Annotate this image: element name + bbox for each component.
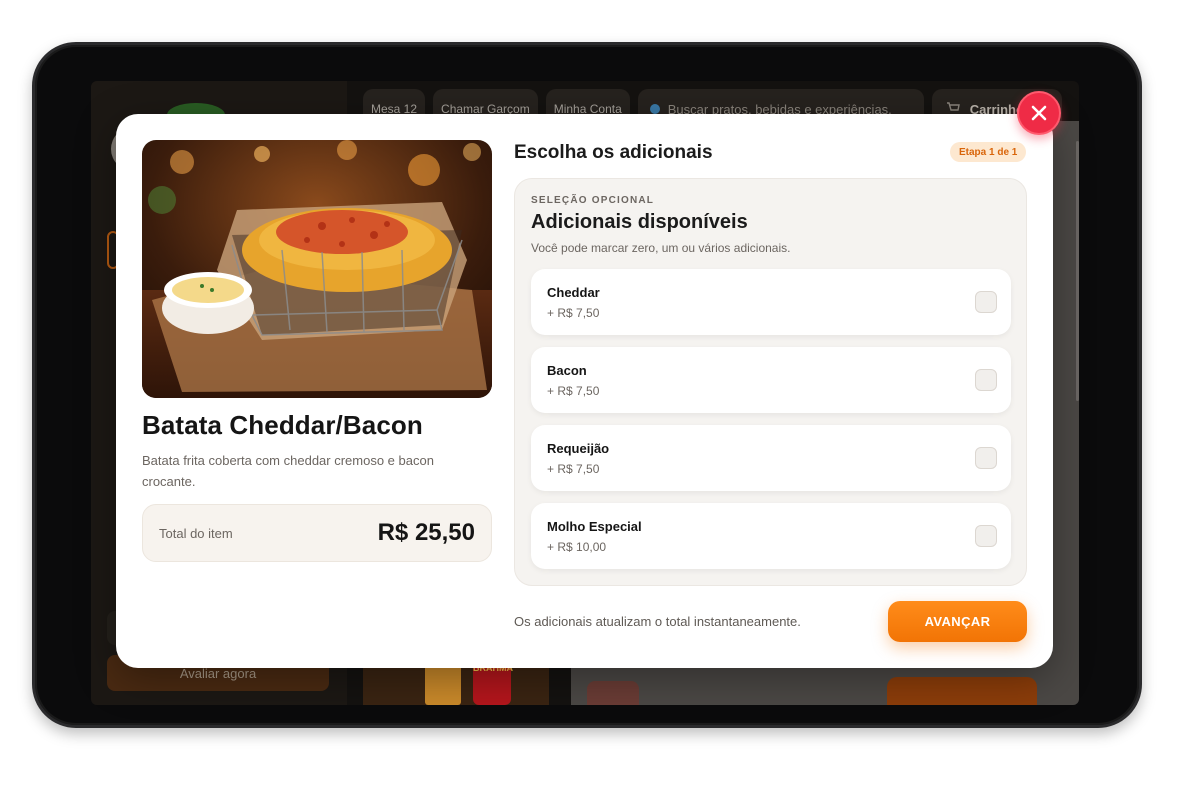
addon-price: + R$ 7,50 [547, 384, 600, 398]
addon-checkbox[interactable] [975, 447, 997, 469]
footer-note: Os adicionais atualizam o total instanta… [514, 614, 801, 629]
step-title: Escolha os adicionais [514, 142, 713, 163]
close-icon [1031, 105, 1047, 121]
addon-name: Cheddar [547, 285, 600, 300]
addon-checkbox[interactable] [975, 369, 997, 391]
options-kicker: SELEÇÃO OPCIONAL [531, 195, 655, 206]
close-button[interactable] [1017, 91, 1061, 135]
addon-option-bacon[interactable]: Bacon + R$ 7,50 [531, 347, 1011, 413]
addon-option-cheddar[interactable]: Cheddar + R$ 7,50 [531, 269, 1011, 335]
addon-checkbox[interactable] [975, 291, 997, 313]
addon-option-requeijao[interactable]: Requeijão + R$ 7,50 [531, 425, 1011, 491]
addons-modal: Batata Cheddar/Bacon Batata frita cobert… [116, 114, 1053, 668]
total-label: Total do item [159, 525, 233, 541]
options-heading: Adicionais disponíveis [531, 211, 748, 233]
addon-option-molho-especial[interactable]: Molho Especial + R$ 10,00 [531, 503, 1011, 569]
addon-price: + R$ 10,00 [547, 540, 607, 554]
addon-name: Molho Especial [547, 519, 642, 534]
step-badge: Etapa 1 de 1 [950, 142, 1027, 162]
advance-button[interactable]: AVANÇAR [888, 601, 1027, 642]
options-subtitle: Você pode marcar zero, um ou vários adic… [531, 241, 791, 255]
total-value: R$ 25,50 [377, 519, 475, 546]
background-chip [587, 681, 639, 705]
addon-name: Requeijão [547, 441, 610, 456]
item-description: Batata frita coberta com cheddar cremoso… [142, 453, 434, 489]
addons-panel: SELEÇÃO OPCIONAL Adicionais disponíveis … [514, 178, 1027, 586]
addon-price: + R$ 7,50 [547, 306, 600, 320]
background-scrollbar [1076, 141, 1079, 401]
item-photo [142, 140, 492, 398]
addon-name: Bacon [547, 363, 587, 378]
background-action-button [887, 677, 1037, 705]
addon-checkbox[interactable] [975, 525, 997, 547]
addons-list: Cheddar + R$ 7,50 Bacon + R$ 7,50 Requei… [531, 269, 1011, 581]
item-title: Batata Cheddar/Bacon [142, 410, 423, 440]
item-total-box: Total do item R$ 25,50 [142, 504, 492, 562]
addon-price: + R$ 7,50 [547, 462, 600, 476]
search-icon [649, 104, 660, 114]
